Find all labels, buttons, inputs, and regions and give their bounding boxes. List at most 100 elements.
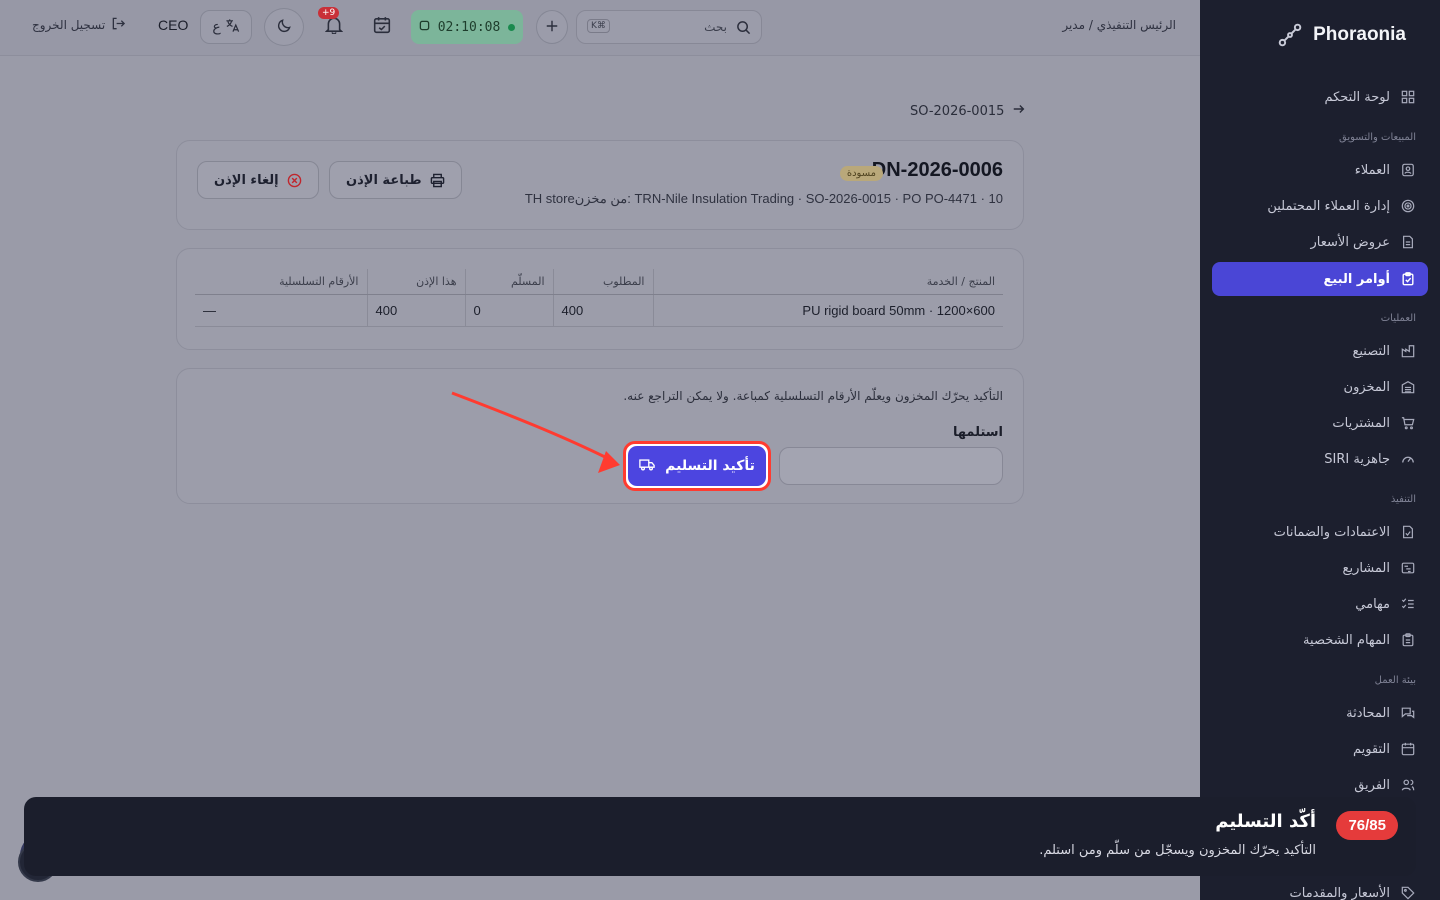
user-role: الرئيس التنفيذي / مدير (1062, 18, 1176, 32)
sidebar: Phoraonia لوحة التحكم المبيعات والتسويق … (1200, 0, 1440, 900)
sidebar-item-projects[interactable]: المشاريع (1212, 551, 1428, 585)
sidebar-item-label: العملاء (1354, 162, 1390, 178)
tour-progress-badge: 76/85 (1336, 811, 1398, 840)
sidebar-item-label: المهام الشخصية (1303, 632, 1390, 648)
recording-dot (508, 23, 516, 31)
nav-section-sales: المبيعات والتسويق (1339, 132, 1416, 143)
brand-name: Phoraonia (1313, 24, 1406, 45)
sidebar-item-label: التقويم (1352, 741, 1390, 757)
gantt-icon (1400, 560, 1416, 576)
calendar-button[interactable] (364, 10, 400, 44)
sidebar-item-purchases[interactable]: المشتريات (1212, 406, 1428, 440)
notification-count: +9 (318, 7, 340, 19)
chat-icon (1400, 705, 1416, 721)
sidebar-item-personal-tasks[interactable]: المهام الشخصية (1212, 623, 1428, 657)
sidebar-item-quotes[interactable]: عروض الأسعار (1212, 225, 1428, 259)
line-items-table: المنتج / الخدمة المطلوب المسلّم هذا الإذ… (195, 269, 1003, 327)
breadcrumb[interactable]: SO-2026-0015 (910, 102, 1026, 120)
sidebar-item-pricing[interactable]: الأسعار والمقدمات (1212, 876, 1428, 900)
cancel-button[interactable]: إلغاء الإذن (197, 161, 319, 199)
users-icon (1400, 777, 1416, 793)
topbar: الرئيس التنفيذي / مدير بحث K⌘ 02:10:08 +… (0, 0, 1200, 56)
x-circle-icon (287, 173, 302, 188)
document-number: DN-2026-0006 (871, 159, 1003, 181)
column-header: الأرقام التسلسلية (195, 269, 368, 295)
gauge-icon (1400, 451, 1416, 467)
sidebar-item-label: الاعتمادات والضمانات (1273, 524, 1390, 540)
sidebar-item-customers[interactable]: العملاء (1212, 153, 1428, 187)
user-name[interactable]: CEO (158, 17, 188, 33)
tour-toast: 76/85 أكّد التسليم التأكيد يحرّك المخزون… (24, 797, 1416, 876)
cart-icon (1400, 415, 1416, 431)
tour-pointer-arrow (451, 391, 620, 473)
breadcrumb-label: SO-2026-0015 (910, 103, 1005, 119)
document-subtitle: TRN-Nile Insulation Trading · SO-2026-00… (524, 191, 1003, 206)
tour-title: أكّد التسليم (1215, 811, 1316, 832)
cancel-label: إلغاء الإذن (214, 172, 279, 188)
sidebar-item-sales-orders[interactable]: أوامر البيع (1212, 262, 1428, 296)
sidebar-item-leads[interactable]: إدارة العملاء المحتملين (1212, 189, 1428, 223)
search-input[interactable]: بحث K⌘ (576, 10, 762, 44)
serials-cell: — (195, 294, 368, 327)
sidebar-item-label: مهامي (1355, 596, 1390, 612)
sidebar-item-label: المحادثة (1346, 705, 1390, 721)
sidebar-item-label: التصنيع (1352, 343, 1390, 359)
factory-icon (1400, 343, 1416, 359)
theme-toggle[interactable] (264, 8, 304, 46)
sidebar-item-label: لوحة التحكم (1324, 89, 1390, 105)
print-button[interactable]: طباعة الإذن (329, 161, 462, 199)
language-label: ع (212, 19, 221, 35)
truck-icon (639, 458, 655, 475)
sidebar-item-dashboard[interactable]: لوحة التحكم (1212, 80, 1428, 114)
sidebar-item-label: عروض الأسعار (1310, 234, 1391, 250)
nav-section-operations: العمليات (1380, 313, 1416, 324)
column-header: المسلّم (465, 269, 554, 295)
sidebar-item-calendar[interactable]: التقويم (1212, 732, 1428, 766)
logout-icon (111, 16, 126, 34)
sidebar-item-label: الأسعار والمقدمات (1289, 885, 1391, 900)
clipboard-icon (1400, 271, 1416, 287)
nav-section-execution: التنفيذ (1390, 494, 1416, 505)
status-badge: مسودة (839, 166, 883, 181)
bell-icon (324, 16, 344, 38)
sidebar-item-label: إدارة العملاء المحتملين (1267, 198, 1390, 214)
sidebar-item-manufacturing[interactable]: التصنيع (1212, 334, 1428, 368)
stop-icon (419, 20, 430, 35)
time-tracker[interactable]: 02:10:08 (411, 10, 523, 44)
grid-icon (1400, 89, 1416, 105)
received-by-input[interactable] (779, 447, 1003, 485)
contact-icon (1400, 162, 1416, 178)
language-toggle[interactable]: ع (200, 10, 252, 44)
search-icon (736, 20, 751, 35)
sidebar-item-label: جاهزية SIRI (1324, 451, 1390, 467)
sidebar-item-approvals[interactable]: الاعتمادات والضمانات (1212, 515, 1428, 549)
confirm-highlight: تأكيد التسليم (623, 441, 771, 491)
this-note-qty-cell: 400 (367, 294, 466, 327)
confirm-delivery-button[interactable]: تأكيد التسليم (628, 446, 766, 486)
printer-icon (430, 173, 445, 188)
confirm-note: التأكيد يحرّك المخزون ويعلّم الأرقام الت… (623, 389, 1003, 403)
arrow-right-icon (1012, 102, 1026, 120)
table-row: PU rigid board 50mm · 1200×600 400 0 400… (195, 294, 1003, 327)
logout-button[interactable]: تسجيل الخروج (32, 16, 126, 34)
sidebar-item-chat[interactable]: المحادثة (1212, 696, 1428, 730)
sidebar-item-inventory[interactable]: المخزون (1212, 370, 1428, 404)
add-button[interactable] (536, 10, 568, 44)
calendar-check-icon (373, 16, 391, 38)
sidebar-item-my-tasks[interactable]: مهامي (1212, 587, 1428, 621)
warehouse-icon (1400, 379, 1416, 395)
timer-value: 02:10:08 (437, 19, 501, 35)
sidebar-item-siri-readiness[interactable]: جاهزية SIRI (1212, 442, 1428, 476)
sidebar-item-label: المشاريع (1342, 560, 1390, 576)
brand[interactable]: Phoraonia (1277, 22, 1406, 48)
line-items-card: المنتج / الخدمة المطلوب المسلّم هذا الإذ… (176, 248, 1024, 350)
column-header: المنتج / الخدمة (653, 269, 1003, 295)
calendar-icon (1400, 741, 1416, 757)
nav-section-workspace: بيئة العمل (1374, 675, 1416, 686)
clipboard-list-icon (1400, 632, 1416, 648)
notifications-button[interactable]: +9 (316, 7, 352, 44)
column-header: المطلوب (553, 269, 654, 295)
product-cell: PU rigid board 50mm · 1200×600 (653, 294, 1003, 327)
column-header: هذا الإذن (367, 269, 466, 295)
delivered-qty-cell: 0 (465, 294, 554, 327)
